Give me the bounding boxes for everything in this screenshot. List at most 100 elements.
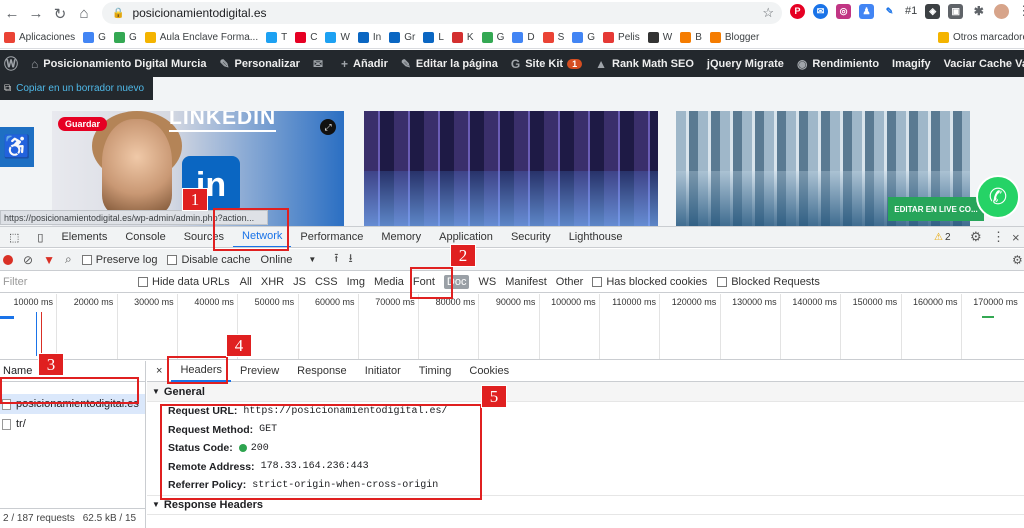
reload-icon[interactable]: ↻ xyxy=(48,2,72,26)
bookmark-item[interactable]: K xyxy=(451,32,474,43)
tab-security[interactable]: Security xyxy=(502,227,560,247)
account-extension-icon[interactable]: ♟ xyxy=(859,3,874,19)
filter-type-css[interactable]: CSS xyxy=(315,275,338,289)
preserve-log-checkbox[interactable]: Preserve log xyxy=(81,254,157,266)
clear-icon[interactable]: ⊘ xyxy=(23,253,33,267)
throttling-select[interactable]: Online ▼ xyxy=(261,254,317,266)
bookmark-item[interactable]: G xyxy=(83,32,106,43)
bookmark-item[interactable]: G xyxy=(572,32,595,43)
extension-badge[interactable]: #1 xyxy=(905,5,917,17)
filter-type-img[interactable]: Img xyxy=(347,275,365,289)
bookmark-item[interactable]: D xyxy=(512,32,535,43)
bookmark-item[interactable]: L xyxy=(423,32,444,43)
shield-extension-icon[interactable]: ◈ xyxy=(925,3,941,19)
admin-bar-item[interactable]: ✎ Editar la página xyxy=(401,57,498,71)
bookmark-item[interactable]: G xyxy=(113,32,137,43)
whatsapp-icon[interactable]: ✆ xyxy=(976,175,1020,219)
disable-cache-checkbox[interactable]: Disable cache xyxy=(167,254,251,266)
admin-bar-item[interactable]: ▲ Rank Math SEO xyxy=(595,57,694,71)
admin-bar-item[interactable]: G Site Kit 1 xyxy=(511,57,583,71)
wordpress-logo-icon[interactable]: Ⓦ xyxy=(4,54,18,74)
warnings-badge[interactable]: ⚠ 2 xyxy=(934,232,951,243)
has-blocked-cookies-checkbox[interactable]: Has blocked cookies xyxy=(592,276,707,288)
filter-type-js[interactable]: JS xyxy=(293,275,306,289)
bookmark-item[interactable]: G xyxy=(481,32,504,43)
forward-icon[interactable]: → xyxy=(24,2,48,26)
admin-bar-item[interactable]: Vaciar Cache Varnish xyxy=(944,58,1024,70)
tab-preview[interactable]: Preview xyxy=(231,361,288,382)
server-room-card[interactable] xyxy=(364,111,658,226)
filter-type-all[interactable]: All xyxy=(240,275,252,289)
copy-draft-button[interactable]: ⧉ Copiar en un borrador nuevo xyxy=(0,77,153,100)
camera-extension-icon[interactable]: ▣ xyxy=(948,3,964,19)
general-section-header[interactable]: ▼ General xyxy=(147,382,1024,402)
record-icon[interactable] xyxy=(3,254,13,265)
tab-response[interactable]: Response xyxy=(288,361,356,382)
bookmark-item[interactable]: C xyxy=(295,32,317,43)
bookmark-item[interactable]: Gr xyxy=(389,32,415,43)
admin-bar-item[interactable]: ✉ xyxy=(313,57,328,71)
tab-performance[interactable]: Performance xyxy=(291,227,372,247)
export-har-icon[interactable]: ⭳ xyxy=(348,249,352,270)
menu-kebab-icon[interactable]: ⋮ xyxy=(1017,3,1024,19)
bookmark-item[interactable]: Aplicaciones xyxy=(4,32,75,43)
tab-lighthouse[interactable]: Lighthouse xyxy=(560,227,632,247)
pen-extension-icon[interactable]: ✎ xyxy=(882,3,897,19)
settings-gear-icon[interactable]: ⚙ xyxy=(970,229,982,245)
bookmark-item[interactable]: Pelis xyxy=(603,32,640,43)
admin-bar-item[interactable]: jQuery Migrate xyxy=(707,58,784,70)
expand-icon[interactable]: ⤢ xyxy=(320,119,336,135)
tab-memory[interactable]: Memory xyxy=(372,227,430,247)
bookmark-item[interactable]: Aula Enclave Forma... xyxy=(144,32,258,43)
tab-cookies[interactable]: Cookies xyxy=(460,361,518,382)
bookmark-item[interactable]: T xyxy=(266,32,287,43)
timeline-tick: 20000 ms xyxy=(56,294,116,359)
admin-bar-item[interactable]: ⌂ Posicionamiento Digital Murcia xyxy=(31,57,206,71)
admin-bar-item[interactable]: ◉ Rendimiento xyxy=(797,57,879,71)
filter-type-xhr[interactable]: XHR xyxy=(261,275,284,289)
instagram-extension-icon[interactable]: ◎ xyxy=(836,3,851,19)
home-icon[interactable]: ⌂ xyxy=(72,2,96,26)
network-timeline-overview[interactable]: 10000 ms 20000 ms 30000 ms 40000 ms 50000 ms… xyxy=(0,294,1024,360)
tab-elements[interactable]: Elements xyxy=(52,227,116,247)
pinterest-extension-icon[interactable]: P xyxy=(790,3,805,19)
bookmark-item[interactable]: S xyxy=(542,32,564,43)
live-edit-button[interactable]: EDITAR EN LIVE CO... xyxy=(888,197,984,221)
filter-funnel-icon[interactable]: ▼ xyxy=(43,253,55,267)
filter-type-other[interactable]: Other xyxy=(556,275,584,289)
tab-timing[interactable]: Timing xyxy=(410,361,461,382)
hide-data-urls-checkbox[interactable]: Hide data URLs xyxy=(138,276,230,288)
pinterest-save-button[interactable]: Guardar xyxy=(58,117,108,131)
search-icon[interactable]: ⌕ xyxy=(65,252,72,267)
bookmark-star-icon[interactable]: ☆ xyxy=(762,5,774,21)
bookmark-item[interactable]: B xyxy=(680,32,702,43)
tab-initiator[interactable]: Initiator xyxy=(356,361,410,382)
admin-bar-item[interactable]: Imagify xyxy=(892,58,931,70)
bookmark-item[interactable]: W xyxy=(325,32,350,43)
device-toolbar-icon[interactable]: ▯ xyxy=(28,227,52,247)
back-icon[interactable]: ← xyxy=(0,2,24,26)
bookmark-item[interactable]: W xyxy=(647,32,672,43)
bookmark-item[interactable]: In xyxy=(357,32,381,43)
filter-type-manifest[interactable]: Manifest xyxy=(505,275,547,289)
messenger-extension-icon[interactable]: ✉ xyxy=(813,3,828,19)
bookmark-item[interactable]: Blogger xyxy=(709,32,759,43)
network-settings-icon[interactable]: ⚙ xyxy=(1012,253,1023,267)
bookmark-item[interactable]: Otros marcadores xyxy=(938,32,1024,43)
blocked-requests-checkbox[interactable]: Blocked Requests xyxy=(717,276,820,288)
filter-input[interactable]: Filter xyxy=(0,276,138,288)
accessibility-icon[interactable]: ♿ xyxy=(0,127,34,167)
admin-bar-item[interactable]: + Añadir xyxy=(341,57,388,71)
tab-console[interactable]: Console xyxy=(116,227,174,247)
puzzle-icon[interactable]: ✱ xyxy=(971,3,987,19)
address-bar[interactable]: 🔒 posicionamientodigital.es ☆ xyxy=(102,2,782,24)
filter-type-ws[interactable]: WS xyxy=(478,275,496,289)
filter-type-media[interactable]: Media xyxy=(374,275,404,289)
close-devtools-icon[interactable]: × xyxy=(1012,230,1020,245)
admin-bar-item[interactable]: ✎ Personalizar xyxy=(219,57,299,71)
profile-avatar[interactable] xyxy=(994,3,1010,19)
devtools-menu-icon[interactable]: ⋮ xyxy=(992,229,1005,245)
import-har-icon[interactable]: ⭱ xyxy=(334,249,338,270)
request-row[interactable]: tr/ xyxy=(0,414,145,434)
inspect-element-icon[interactable]: ⬚ xyxy=(0,227,28,247)
